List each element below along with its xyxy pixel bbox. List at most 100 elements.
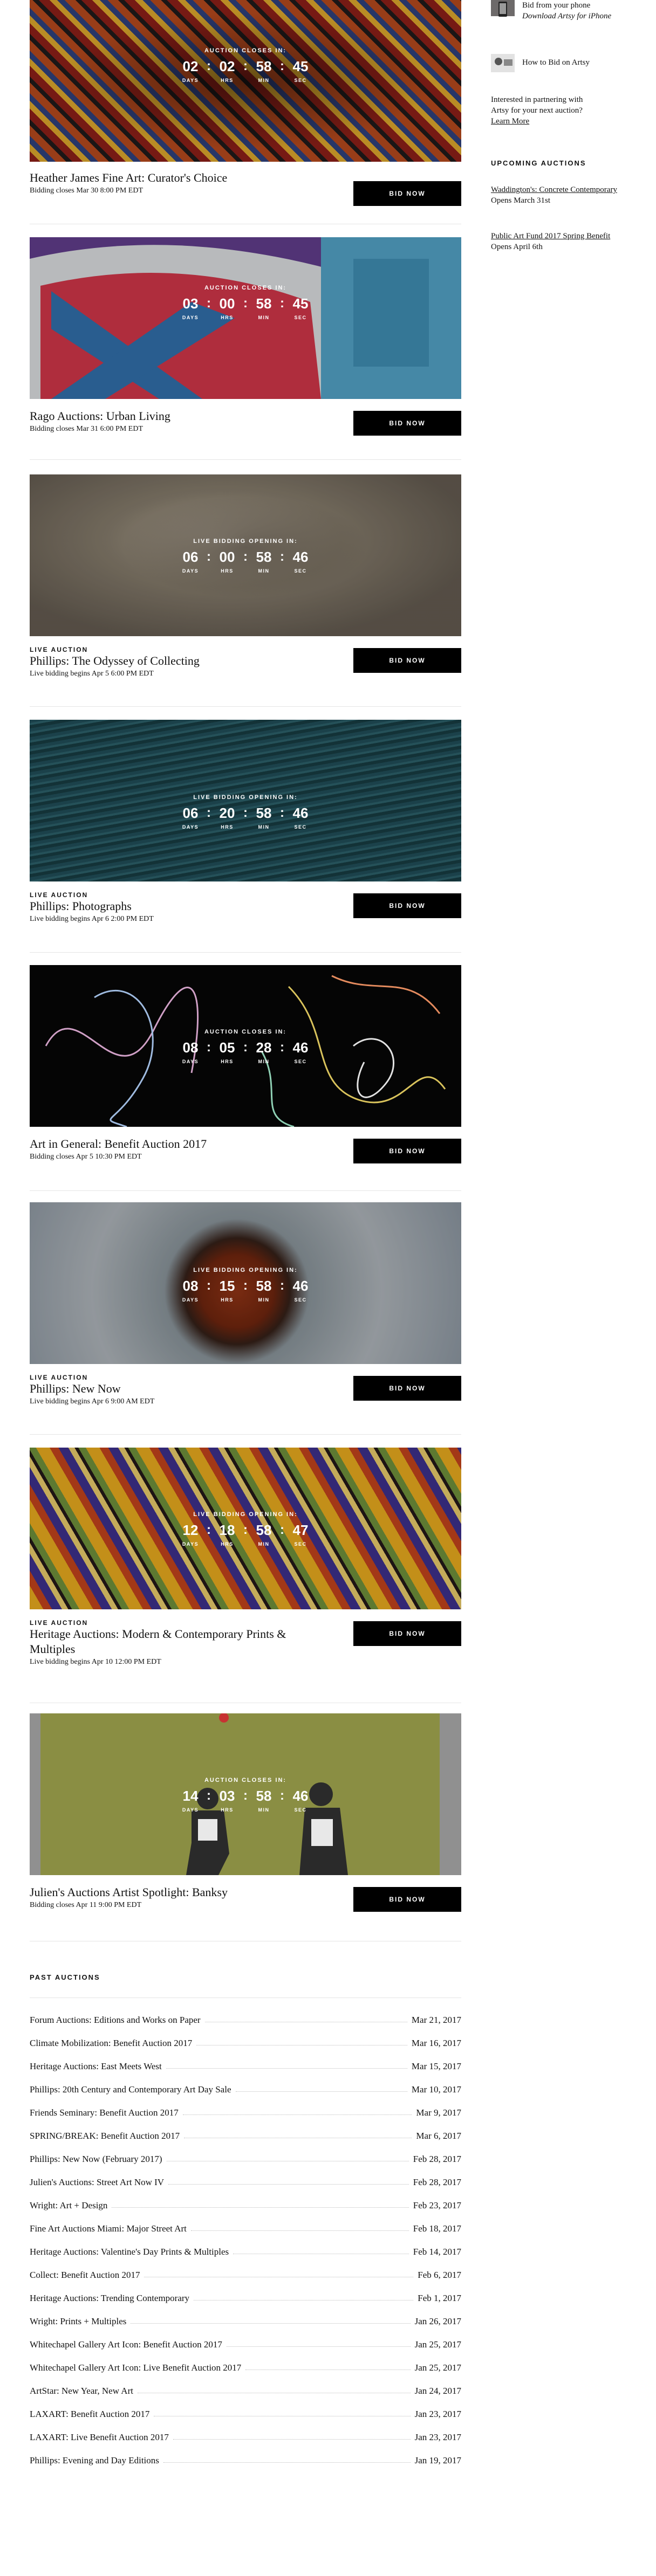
- countdown-seconds: 46: [292, 549, 309, 565]
- upcoming-date: Opens March 31st: [491, 196, 550, 205]
- bid-now-button[interactable]: BID NOW: [353, 1887, 461, 1912]
- past-auction-row[interactable]: Heritage Auctions: Trending Contemporary…: [30, 2281, 461, 2304]
- past-auction-name[interactable]: Whitechapel Gallery Art Icon: Benefit Au…: [30, 2339, 222, 2350]
- past-auction-row[interactable]: Phillips: New Now (February 2017) Feb 28,…: [30, 2141, 461, 2165]
- past-auction-row[interactable]: Whitechapel Gallery Art Icon: Live Benef…: [30, 2350, 461, 2373]
- past-auction-name[interactable]: Heritage Auctions: Trending Contemporary: [30, 2293, 189, 2304]
- seconds-label: SEC: [294, 1297, 307, 1303]
- past-auction-row[interactable]: Heritage Auctions: East Meets West Mar 15…: [30, 2049, 461, 2072]
- auction-title[interactable]: Phillips: The Odyssey of Collecting: [30, 653, 332, 669]
- auction-image[interactable]: AUCTION CLOSES IN: 08 DAYS : 05 HRS : 28 MI…: [30, 965, 461, 1127]
- days-label: DAYS: [182, 824, 199, 830]
- auction-card: LIVE BIDDING OPENING IN: 06 DAYS : 00 HRS …: [30, 474, 461, 698]
- download-title: Bid from your phone: [522, 1, 591, 10]
- past-auction-name[interactable]: Forum Auctions: Editions and Works on Pa…: [30, 2015, 201, 2026]
- auction-title[interactable]: Heritage Auctions: Modern & Contemporary…: [30, 1627, 332, 1657]
- past-auction-name[interactable]: LAXART: Live Benefit Auction 2017: [30, 2432, 169, 2443]
- auction-title[interactable]: Phillips: Photographs: [30, 899, 332, 914]
- separator: :: [243, 549, 248, 564]
- auction-image[interactable]: LIVE BIDDING OPENING IN: 06 DAYS : 20 HRS …: [30, 720, 461, 881]
- past-auction-row[interactable]: Wright: Art + Design Feb 23, 2017: [30, 2188, 461, 2211]
- auction-image[interactable]: LIVE BIDDING OPENING IN: 12 DAYS : 18 HRS …: [30, 1448, 461, 1609]
- past-auction-date: Jan 19, 2017: [414, 2455, 461, 2465]
- past-auction-name[interactable]: Collect: Benefit Auction 2017: [30, 2270, 140, 2281]
- countdown: AUCTION CLOSES IN: 08 DAYS : 05 HRS : 28 MI…: [30, 1029, 461, 1064]
- auction-title[interactable]: Phillips: New Now: [30, 1381, 332, 1396]
- past-auction-row[interactable]: Friends Seminary: Benefit Auction 2017 Ma…: [30, 2095, 461, 2118]
- past-auction-name[interactable]: Wright: Prints + Multiples: [30, 2316, 126, 2327]
- days-label: DAYS: [182, 1059, 199, 1064]
- how-to-bid-label[interactable]: How to Bid on Artsy: [522, 54, 590, 67]
- auction-card: LIVE BIDDING OPENING IN: 12 DAYS : 18 HRS …: [30, 1448, 461, 1684]
- past-auction-name[interactable]: SPRING/BREAK: Benefit Auction 2017: [30, 2131, 180, 2141]
- past-auction-name[interactable]: LAXART: Benefit Auction 2017: [30, 2409, 149, 2420]
- past-auction-row[interactable]: Heritage Auctions: Valentine's Day Print…: [30, 2234, 461, 2257]
- countdown-days: 08: [182, 1278, 199, 1294]
- dotted-leader: [168, 2184, 409, 2185]
- countdown-hours: 20: [219, 805, 235, 821]
- past-auction-name[interactable]: Phillips: New Now (February 2017): [30, 2154, 162, 2165]
- bid-now-button[interactable]: BID NOW: [353, 181, 461, 206]
- past-auction-name[interactable]: Fine Art Auctions Miami: Major Street Ar…: [30, 2223, 187, 2234]
- auction-image[interactable]: AUCTION CLOSES IN: 14 DAYS : 03 HRS : 58 MI…: [30, 1713, 461, 1875]
- bid-now-button[interactable]: BID NOW: [353, 1139, 461, 1163]
- past-auction-row[interactable]: Forum Auctions: Editions and Works on Pa…: [30, 2002, 461, 2026]
- minutes-label: MIN: [258, 78, 270, 83]
- past-auction-name[interactable]: Heritage Auctions: Valentine's Day Print…: [30, 2247, 229, 2257]
- past-auction-row[interactable]: Fine Art Auctions Miami: Major Street Ar…: [30, 2211, 461, 2234]
- separator: :: [207, 296, 211, 311]
- divider: [30, 1190, 461, 1191]
- bid-now-button[interactable]: BID NOW: [353, 648, 461, 673]
- auction-image[interactable]: LIVE BIDDING OPENING IN: 08 DAYS : 15 HRS …: [30, 1202, 461, 1364]
- minutes-label: MIN: [258, 568, 270, 574]
- learn-more-link[interactable]: Learn More: [491, 117, 529, 126]
- auction-title[interactable]: Heather James Fine Art: Curator's Choice: [30, 170, 332, 185]
- past-auction-row[interactable]: Phillips: 20th Century and Contemporary …: [30, 2072, 461, 2095]
- past-auction-name[interactable]: ArtStar: New Year, New Art: [30, 2386, 133, 2396]
- separator: :: [207, 549, 211, 564]
- countdown-hours: 05: [219, 1039, 235, 1056]
- past-auction-row[interactable]: Whitechapel Gallery Art Icon: Benefit Au…: [30, 2327, 461, 2350]
- minutes-label: MIN: [258, 1059, 270, 1064]
- past-auction-name[interactable]: Climate Mobilization: Benefit Auction 20…: [30, 2038, 192, 2049]
- past-auction-name[interactable]: Phillips: Evening and Day Editions: [30, 2455, 159, 2466]
- past-auction-name[interactable]: Phillips: 20th Century and Contemporary …: [30, 2084, 231, 2095]
- separator: :: [280, 1278, 284, 1293]
- app-download-promo[interactable]: Bid from your phone Download Artsy for i…: [491, 0, 611, 22]
- bid-now-button[interactable]: BID NOW: [353, 1621, 461, 1646]
- past-auction-name[interactable]: Friends Seminary: Benefit Auction 2017: [30, 2107, 179, 2118]
- auction-title[interactable]: Julien's Auctions Artist Spotlight: Bank…: [30, 1885, 332, 1900]
- how-to-bid-link[interactable]: How to Bid on Artsy: [491, 54, 590, 72]
- past-auction-row[interactable]: Collect: Benefit Auction 2017 Feb 6, 2017: [30, 2257, 461, 2281]
- auction-image[interactable]: AUCTION CLOSES IN: 03 DAYS : 00 HRS : 58 MI…: [30, 237, 461, 399]
- bid-now-button[interactable]: BID NOW: [353, 411, 461, 436]
- past-auction-name[interactable]: Wright: Art + Design: [30, 2200, 107, 2211]
- auction-image[interactable]: LIVE BIDDING OPENING IN: 06 DAYS : 00 HRS …: [30, 474, 461, 636]
- bid-now-button[interactable]: BID NOW: [353, 893, 461, 918]
- past-auction-row[interactable]: LAXART: Live Benefit Auction 2017 Jan 23,…: [30, 2420, 461, 2443]
- past-auction-row[interactable]: ArtStar: New Year, New Art Jan 24, 2017: [30, 2373, 461, 2396]
- past-auction-name[interactable]: Julien's Auctions: Street Art Now IV: [30, 2177, 164, 2188]
- auction-title[interactable]: Rago Auctions: Urban Living: [30, 409, 332, 424]
- separator: :: [280, 1040, 284, 1055]
- past-auction-row[interactable]: Phillips: Evening and Day Editions Jan 19…: [30, 2443, 461, 2466]
- upcoming-item[interactable]: Public Art Fund 2017 Spring Benefit Open…: [491, 231, 631, 252]
- past-auction-name[interactable]: Heritage Auctions: East Meets West: [30, 2061, 162, 2072]
- countdown: LIVE BIDDING OPENING IN: 08 DAYS : 15 HRS …: [30, 1267, 461, 1303]
- dotted-leader: [194, 2300, 414, 2301]
- past-auction-date: Mar 10, 2017: [411, 2084, 461, 2095]
- past-auction-row[interactable]: LAXART: Benefit Auction 2017 Jan 23, 2017: [30, 2396, 461, 2420]
- past-auction-row[interactable]: Climate Mobilization: Benefit Auction 20…: [30, 2026, 461, 2049]
- past-auction-name[interactable]: Whitechapel Gallery Art Icon: Live Benef…: [30, 2363, 241, 2373]
- upcoming-title[interactable]: Waddington's: Concrete Contemporary: [491, 184, 620, 195]
- past-auction-row[interactable]: Julien's Auctions: Street Art Now IV Feb …: [30, 2165, 461, 2188]
- days-label: DAYS: [182, 568, 199, 574]
- auction-title[interactable]: Art in General: Benefit Auction 2017: [30, 1137, 332, 1152]
- download-link[interactable]: Download Artsy for iPhone: [522, 11, 611, 22]
- upcoming-title[interactable]: Public Art Fund 2017 Spring Benefit: [491, 231, 631, 242]
- past-auction-row[interactable]: Wright: Prints + Multiples Jan 26, 2017: [30, 2304, 461, 2327]
- past-auction-row[interactable]: SPRING/BREAK: Benefit Auction 2017 Mar 6,…: [30, 2118, 461, 2141]
- upcoming-item[interactable]: Waddington's: Concrete Contemporary Open…: [491, 184, 620, 206]
- bid-now-button[interactable]: BID NOW: [353, 1376, 461, 1401]
- auction-image[interactable]: AUCTION CLOSES IN: 02 DAYS : 02 HRS : 58 MI…: [30, 0, 461, 162]
